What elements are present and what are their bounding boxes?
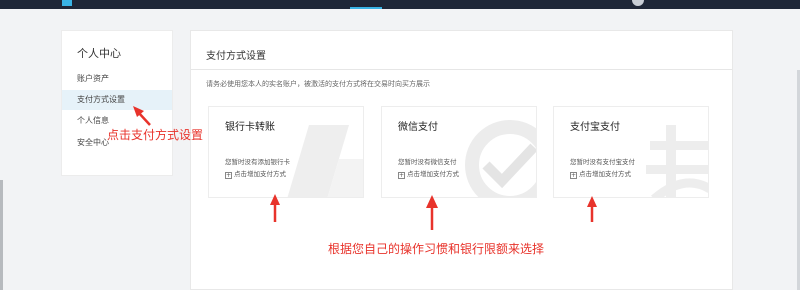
annotation-cards-hint: 根据您自己的操作习惯和银行限额来选择 [328,242,545,256]
red-arrowhead-icon [587,196,597,207]
red-arrowhead-icon [426,195,438,208]
annotation-sidebar-hint: 点击支付方式设置 [107,128,204,142]
red-arrowhead-icon [270,194,280,205]
